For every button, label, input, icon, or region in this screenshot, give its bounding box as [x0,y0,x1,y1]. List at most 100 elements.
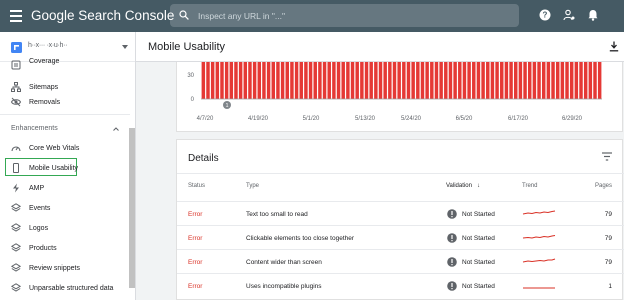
chart-bar [490,62,495,99]
chart-bar [280,62,285,99]
annotation-label: 1 [225,103,228,109]
chart-bar [434,62,439,99]
column-header-validation[interactable]: Validation [446,183,472,189]
table-row[interactable]: Error Clickable elements too close togeth… [177,225,624,250]
sidebar-item-events[interactable]: Events [0,198,130,218]
details-title: Details [188,153,219,164]
trend-sparkline [522,258,556,263]
sidebar-item-amp[interactable]: AMP [0,178,130,198]
pages-count: 79 [604,235,612,242]
chart-bar [411,62,415,99]
chart-bar [318,62,322,99]
trend-sparkline [523,287,555,289]
app-title[interactable]: Google Search Console [31,8,174,23]
search-input[interactable] [198,8,498,23]
chart-bar [458,62,462,99]
chart-bar [252,62,257,99]
x-tick-label: 6/5/20 [456,116,473,122]
chart-bar [439,62,443,99]
column-header-status[interactable]: Status [188,183,205,189]
url-inspection-search[interactable] [170,4,519,27]
chart-bar [308,62,313,99]
table-row[interactable]: Error Text too small to read Not Started 79 [177,201,624,226]
issue-type: Text too small to read [246,211,308,218]
chart-bar [518,62,523,99]
column-header-trend[interactable]: Trend [522,183,537,189]
sidebar-item-coverage[interactable]: Coverage [0,55,130,75]
chart-bar [579,62,583,99]
notifications-icon[interactable] [587,9,599,21]
pages-count: 79 [604,259,612,266]
sidebar-item-logos[interactable]: Logos [0,218,130,238]
help-icon[interactable]: ? [539,9,551,21]
bolt-icon [13,183,19,193]
chart-bar [341,62,345,99]
chart-bar [276,62,280,99]
sidebar-item-label: Review snippets [29,264,80,272]
table-row[interactable]: Error Uses incompatible plugins Not Starte… [177,273,624,298]
x-tick-label: 4/19/20 [248,116,269,122]
trend-sparkline [522,235,556,239]
status-text: Error [188,235,203,242]
sidebar-item-label: Mobile Usability [29,164,79,172]
filter-icon[interactable] [602,152,612,161]
chart-bar [555,62,560,99]
status-text: Error [188,259,203,266]
y-tick-label: 30 [187,73,194,79]
chart-bar [597,62,602,99]
sidebar-item-label: Products [29,244,57,252]
chart-bar [486,62,490,99]
chevron-down-icon[interactable] [122,45,128,49]
sidebar-item-mobile-usability[interactable]: Mobile Usability [0,158,130,178]
chart-bar [243,62,248,99]
property-name: h··x··· ·x·u·h·· [28,42,68,49]
chart-bar [588,62,593,99]
section-title-enhancements[interactable]: Enhancements [11,125,58,132]
chart-bar [416,62,420,99]
validation-status: Not Started [462,211,495,218]
sidebar-item-label: AMP [29,184,45,192]
menu-icon[interactable] [10,10,22,22]
chart-bar [495,62,499,99]
property-icon [11,42,22,53]
chart-bar [593,62,597,99]
layers-icon [11,283,21,292]
column-header-type[interactable]: Type [246,183,259,189]
sidebar-item-core-web-vitals[interactable]: Core Web Vitals [0,138,130,158]
x-tick-label: 4/7/20 [197,116,214,122]
details-divider [177,173,624,174]
chart-bar [299,62,303,99]
sidebar-item-unparsable-structured-data[interactable]: Unparsable structured data [0,278,130,298]
chart-card: 30 0 1 4/7/20 4/19/20 5/1/20 5/13/20 5/24/20 6/5… [176,62,623,132]
chart-bar [420,62,425,99]
chart-bar [346,62,350,99]
y-tick-label: 0 [191,97,195,103]
sort-arrow-icon[interactable]: ↓ [477,183,480,189]
chart-bar [523,62,527,99]
download-icon[interactable] [609,41,619,52]
chart-bar [304,62,308,99]
sidebar-item-products[interactable]: Products [0,238,130,258]
column-header-pages[interactable]: Pages [595,183,612,189]
sidebar-item-review-snippets[interactable]: Review snippets [0,258,130,278]
chart-bar [397,62,401,99]
chart-bar [392,62,397,99]
status-text: Error [188,211,203,218]
account-settings-icon[interactable] [563,9,575,21]
chart-bar [266,62,271,99]
sidebar-item-label: Logos [29,224,49,232]
table-row[interactable]: Error Content wider than screen Not Starte… [177,249,624,274]
chart-bar [527,62,532,99]
sidebar-scrollbar[interactable] [129,128,135,288]
sidebar-item-label: Unparsable structured data [29,284,114,292]
chart-bar [383,62,387,99]
chart-bar [569,62,574,99]
mobile-usability-chart: 30 0 1 4/7/20 4/19/20 5/1/20 5/13/20 5/24/20 6/5… [187,62,602,122]
sidebar-item-label: Removals [29,98,61,106]
chevron-up-icon[interactable] [113,126,119,132]
chart-bar [234,62,238,99]
chart-bar [406,62,411,99]
layers-icon [11,203,21,212]
sidebar-item-removals[interactable]: Removals [0,92,130,112]
info-icon [447,257,457,267]
